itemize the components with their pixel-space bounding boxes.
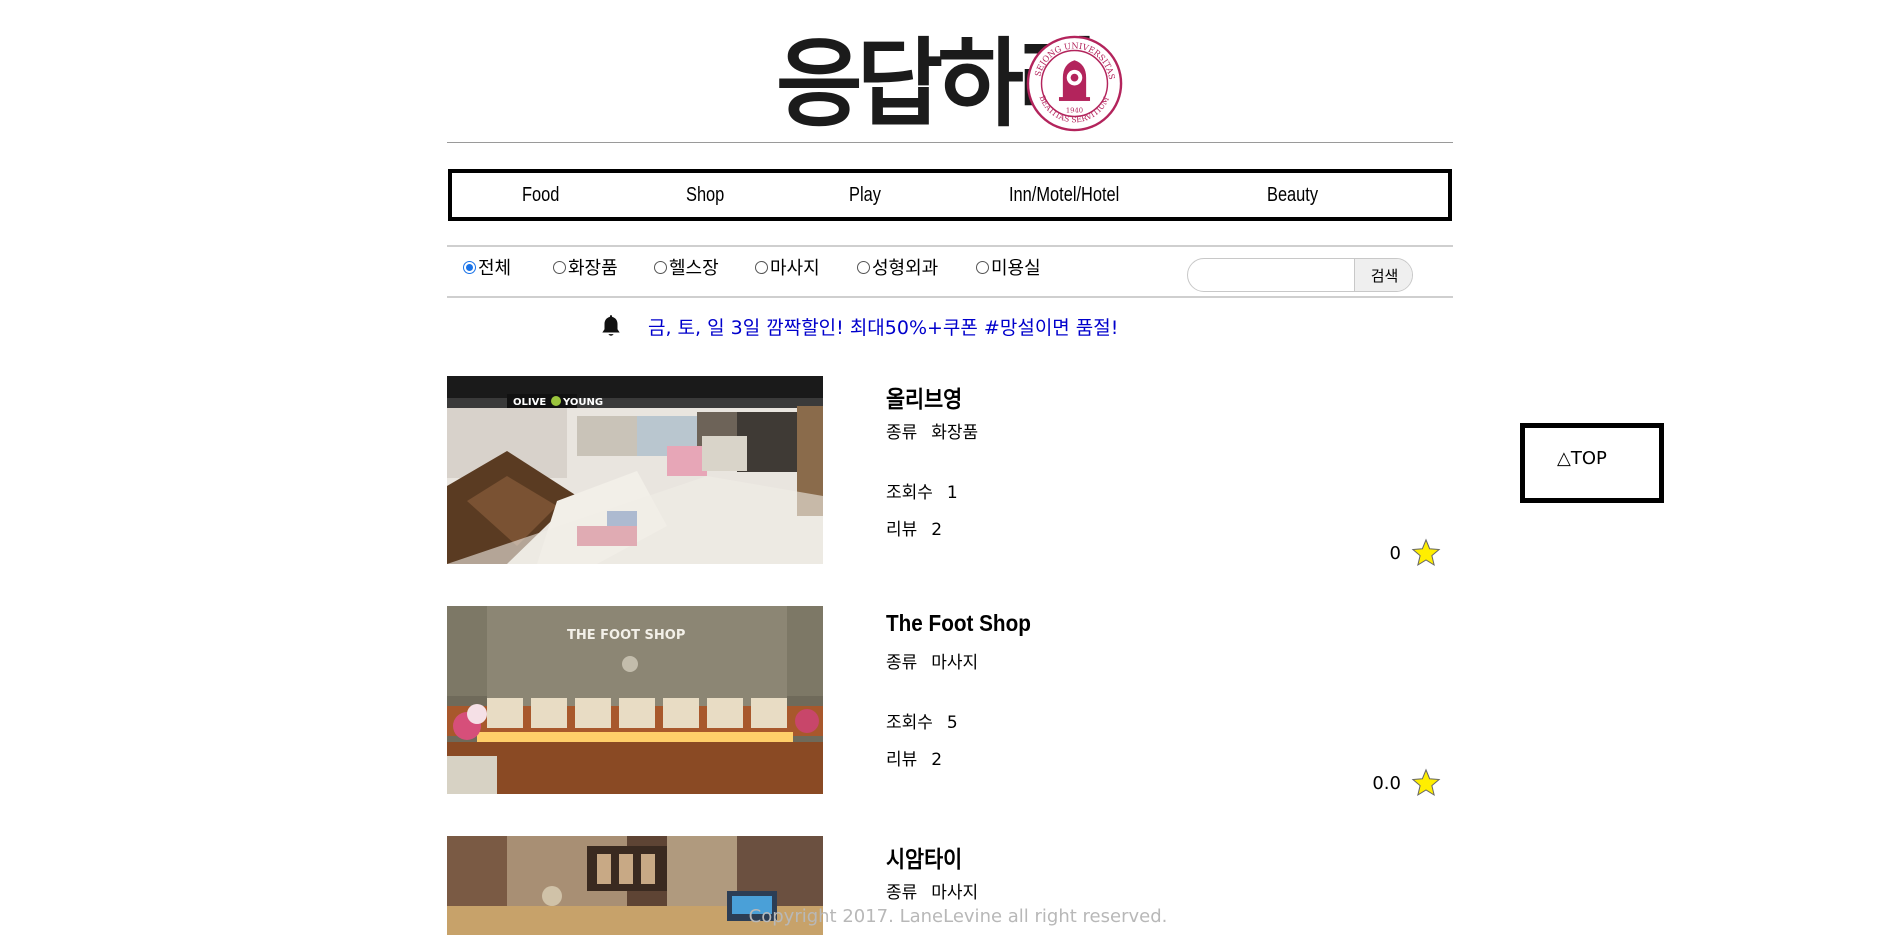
notice-text: 금, 토, 일 3일 깜짝할인! 최대50%+쿠폰 #망설이면 품절!: [648, 316, 1119, 339]
radio-icon[interactable]: [654, 260, 667, 274]
filter-label: 미용실: [991, 258, 1041, 279]
filter-hair-salon[interactable]: 미용실: [976, 254, 1041, 280]
listing-reviews: 리뷰 2: [886, 745, 942, 770]
type-value: 화장품: [931, 423, 979, 443]
nav-beauty[interactable]: Beauty: [1267, 173, 1318, 217]
search-bar: 검색: [1187, 258, 1413, 292]
listing-views: 조회수 1: [886, 478, 958, 503]
reviews-label: 리뷰: [886, 750, 918, 770]
views-value: 5: [946, 713, 958, 733]
listing-type: 종류 마사지: [886, 878, 978, 903]
type-label: 종류: [886, 423, 918, 443]
type-value: 마사지: [931, 883, 979, 903]
radio-icon[interactable]: [755, 260, 768, 274]
listing-title[interactable]: 시암타이: [886, 840, 962, 874]
listing-card[interactable]: THE FOOT SHOP The Foot Shop 종류 마사지 조회수 5 리…: [447, 606, 1453, 797]
filter-gym[interactable]: 헬스장: [654, 254, 719, 280]
listing-type: 종류 화장품: [886, 418, 978, 443]
search-input[interactable]: [1188, 259, 1354, 291]
bell-icon: [602, 315, 620, 336]
filter-label: 화장품: [568, 258, 618, 279]
promo-notice: 금, 토, 일 3일 깜짝할인! 최대50%+쿠폰 #망설이면 품절!: [598, 310, 1118, 342]
reviews-value: 2: [931, 750, 943, 770]
radio-selected-icon[interactable]: [463, 260, 476, 274]
filter-divider-bottom: [447, 296, 1453, 298]
site-logo[interactable]: 응답하라 SEJONG UNIVERSITAS BEATITAS SERVITI…: [776, 30, 1126, 138]
filter-label: 헬스장: [669, 258, 719, 279]
listing-card[interactable]: OLIVE YOUNG 올리브영 종류 화장품 조회수 1 리뷰 2 0: [447, 376, 1453, 567]
listing-reviews: 리뷰 2: [886, 515, 942, 540]
type-value: 마사지: [931, 653, 979, 673]
filter-label: 전체: [478, 258, 512, 279]
radio-icon[interactable]: [857, 260, 870, 274]
radio-icon[interactable]: [976, 260, 989, 274]
listing-rating: 0.0: [1372, 768, 1441, 798]
scroll-top-button[interactable]: △TOP: [1520, 423, 1664, 503]
scroll-top-label: △TOP: [1557, 448, 1607, 469]
type-label: 종류: [886, 653, 918, 673]
filter-label: 마사지: [770, 258, 820, 279]
copyright-text: Copyright 2017. LaneLevine all right res…: [748, 906, 1168, 927]
filter-massage[interactable]: 마사지: [755, 254, 820, 280]
nav-inn-motel-hotel[interactable]: Inn/Motel/Hotel: [1009, 173, 1119, 217]
svg-text:1940: 1940: [1066, 107, 1083, 115]
search-button[interactable]: 검색: [1354, 259, 1412, 291]
listing-title[interactable]: The Foot Shop: [886, 610, 1031, 637]
filter-label: 성형외과: [872, 258, 939, 279]
listing-photo[interactable]: OLIVE YOUNG: [447, 376, 823, 564]
filter-plastic-surgery[interactable]: 성형외과: [857, 254, 938, 280]
listing-views: 조회수 5: [886, 708, 958, 733]
star-icon: [1411, 538, 1441, 567]
nav-food[interactable]: Food: [522, 173, 559, 217]
university-seal-icon: SEJONG UNIVERSITAS BEATITAS SERVITIUM 19…: [1026, 35, 1123, 132]
nav-shop[interactable]: Shop: [686, 173, 724, 217]
listing-rating: 0: [1390, 538, 1441, 568]
listing-title[interactable]: 올리브영: [886, 380, 962, 414]
listing-type: 종류 마사지: [886, 648, 978, 673]
reviews-label: 리뷰: [886, 520, 918, 540]
nav-play[interactable]: Play: [849, 173, 881, 217]
rating-value: 0: [1389, 542, 1401, 564]
reviews-value: 2: [931, 520, 943, 540]
views-value: 1: [946, 483, 958, 503]
type-label: 종류: [886, 883, 918, 903]
star-icon: [1411, 768, 1441, 797]
filter-all[interactable]: 전체: [463, 254, 511, 280]
header-divider: [447, 142, 1453, 143]
footer-copyright: Copyright 2017. LaneLevine all right res…: [0, 906, 1892, 927]
svg-text:YOUNG: YOUNG: [562, 397, 603, 408]
category-nav: Food Shop Play Inn/Motel/Hotel Beauty: [448, 169, 1452, 221]
radio-icon[interactable]: [553, 260, 566, 274]
filter-cosmetics[interactable]: 화장품: [553, 254, 618, 280]
rating-value: 0.0: [1372, 772, 1401, 794]
svg-text:OLIVE: OLIVE: [513, 397, 546, 408]
filter-divider-top: [447, 245, 1453, 247]
listing-photo[interactable]: THE FOOT SHOP: [447, 606, 823, 794]
svg-text:THE FOOT SHOP: THE FOOT SHOP: [567, 628, 685, 643]
views-label: 조회수: [886, 713, 933, 733]
views-label: 조회수: [886, 483, 933, 503]
